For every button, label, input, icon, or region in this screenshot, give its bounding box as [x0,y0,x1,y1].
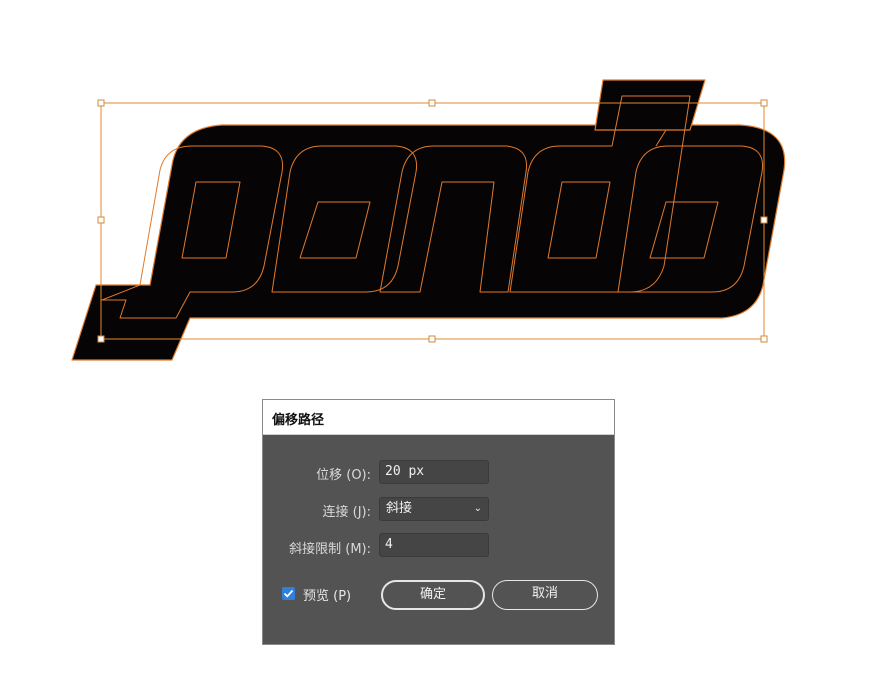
resize-handle-top-left [97,99,105,107]
offset-path-artwork[interactable] [71,79,786,361]
joins-select[interactable]: 斜接 ⌄ [379,497,489,521]
cancel-button[interactable]: 取消 [492,580,598,610]
resize-handle-middle-right [760,216,768,224]
resize-handle-bottom-left [97,335,105,343]
joins-label: 连接 (J): [322,505,372,520]
resize-handle-middle-left [97,216,105,224]
chevron-down-icon: ⌄ [473,503,482,514]
offset-input[interactable]: 20 px [379,460,489,484]
preview-label[interactable]: 预览 (P) [303,585,351,604]
artwork-canvas: .blk { fill:#070405; stroke:#e07a2c; str… [71,79,786,361]
resize-handle-top-right [760,99,768,107]
offset-path-dialog: 偏移路径 位移 (O): 20 px 连接 (J): 斜接 ⌄ 斜接限制 (M)… [262,399,615,645]
miter-limit-label: 斜接限制 (M): [289,542,371,557]
miter-limit-input[interactable]: 4 [379,533,489,557]
preview-checkbox[interactable] [282,587,295,600]
dialog-titlebar[interactable]: 偏移路径 [263,400,614,435]
resize-handle-bottom-right [760,335,768,343]
dialog-title: 偏移路径 [272,413,325,428]
resize-handle-bottom-middle [428,335,436,343]
offset-label: 位移 (O): [316,468,371,483]
joins-selected-value: 斜接 [386,501,413,516]
checkmark-icon [283,589,294,598]
ok-button[interactable]: 确定 [381,580,485,610]
resize-handle-top-middle [428,99,436,107]
